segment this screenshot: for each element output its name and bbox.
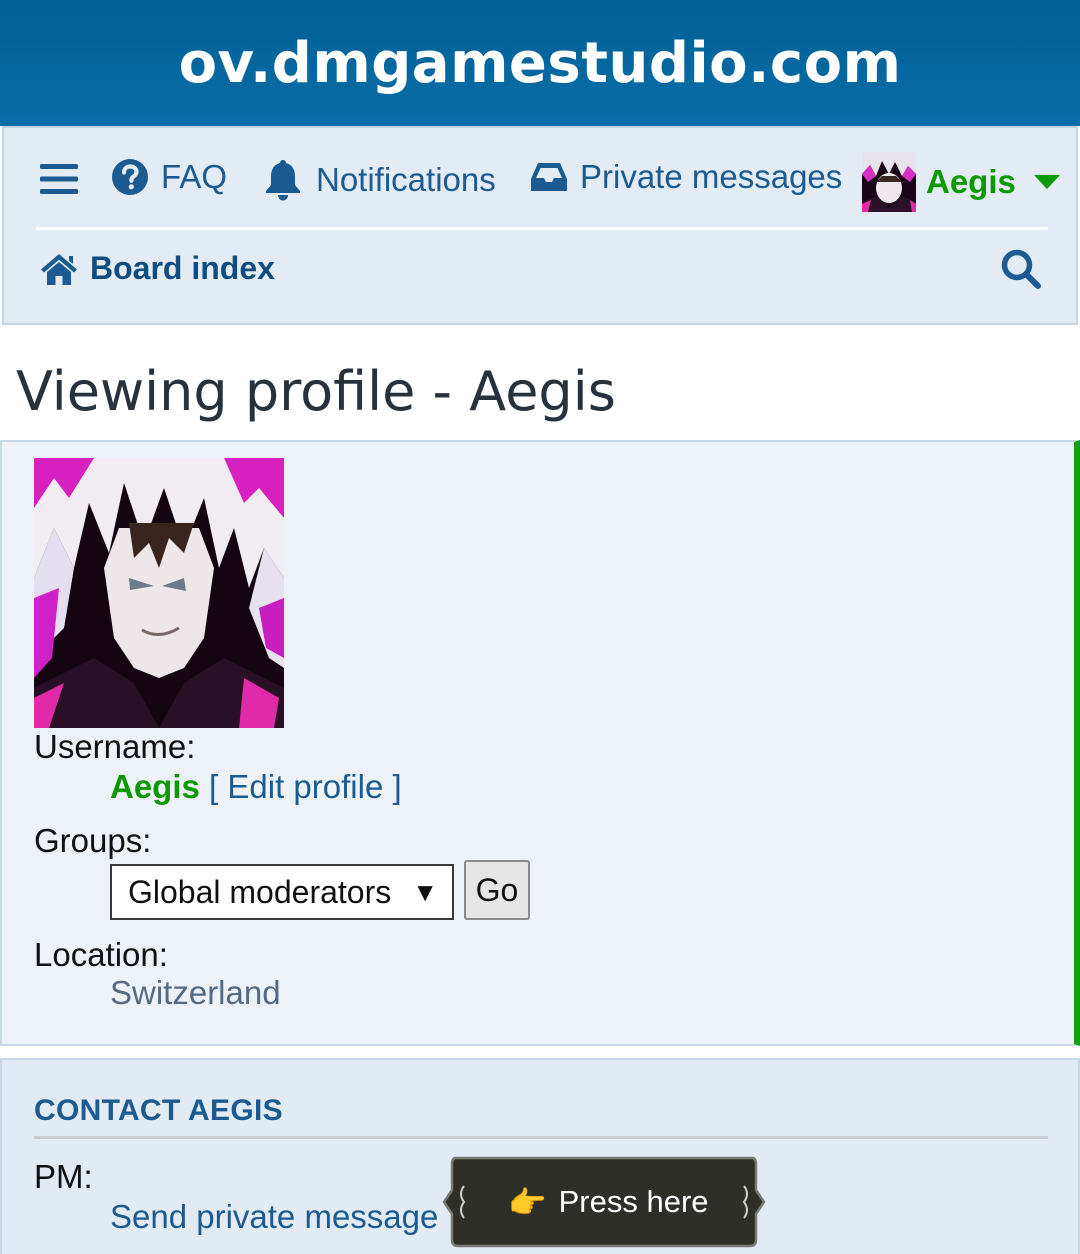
private-messages-link[interactable]: Private messages (530, 158, 842, 196)
site-header: ov.dmgamestudio.com (0, 0, 1080, 126)
edit-profile-link[interactable]: Edit profile (227, 768, 383, 805)
faq-label: FAQ (161, 158, 228, 195)
home-icon (41, 253, 77, 285)
search-icon (1001, 249, 1041, 289)
nav-row-secondary: Board index (36, 246, 1052, 306)
navbar: FAQ Notifications Private messages Aegis… (2, 126, 1078, 325)
contact-divider (34, 1136, 1048, 1139)
notifications-label: Notifications (316, 161, 496, 198)
inbox-icon (531, 163, 567, 191)
user-name: Aegis (926, 163, 1016, 200)
avatar-large (34, 458, 284, 728)
username-row: Aegis [ Edit profile ] (110, 768, 402, 806)
hamburger-icon (40, 164, 78, 194)
go-button[interactable]: Go (464, 860, 530, 920)
question-circle-icon (112, 159, 148, 195)
bracket-close: ] (392, 768, 402, 805)
menu-button[interactable] (40, 162, 78, 196)
board-index-label: Board index (90, 250, 275, 286)
location-value: Switzerland (110, 974, 281, 1011)
send-private-message-link[interactable]: Send private message (110, 1198, 438, 1236)
press-here-content: 👉 Press here (508, 1156, 709, 1248)
nav-divider (36, 227, 1048, 230)
nav-row-primary: FAQ Notifications Private messages Aegis (36, 152, 1060, 212)
location-label: Location: (34, 936, 168, 973)
groups-label: Groups: (34, 822, 152, 859)
search-button[interactable] (1000, 248, 1042, 290)
username-label: Username: (34, 728, 196, 765)
page-title: Viewing profile - Aegis (16, 360, 616, 423)
avatar (862, 152, 916, 212)
profile-panel: Username: Aegis [ Edit profile ] Groups:… (0, 440, 1080, 1046)
groups-select[interactable]: Global moderators ▼ (110, 864, 454, 920)
username-value[interactable]: Aegis (110, 768, 200, 805)
user-menu[interactable]: Aegis (862, 152, 1060, 212)
pointing-hand-icon: 👉 (508, 1184, 547, 1220)
bracket-open: [ (209, 768, 219, 805)
notifications-link[interactable]: Notifications (264, 158, 496, 202)
faq-link[interactable]: FAQ (111, 158, 227, 196)
dropdown-arrow-icon: ▼ (412, 876, 438, 907)
caret-down-icon (1033, 175, 1060, 189)
press-here-button[interactable]: 👉 Press here (442, 1156, 766, 1248)
board-index-link[interactable]: Board index (40, 250, 275, 287)
groups-selected-value: Global moderators (128, 873, 392, 910)
contact-heading: CONTACT AEGIS (34, 1094, 283, 1127)
private-messages-label: Private messages (580, 158, 843, 195)
pm-label: PM: (34, 1158, 93, 1195)
bell-icon (266, 160, 300, 201)
press-here-label: Press here (558, 1184, 709, 1219)
site-title[interactable]: ov.dmgamestudio.com (179, 31, 902, 96)
